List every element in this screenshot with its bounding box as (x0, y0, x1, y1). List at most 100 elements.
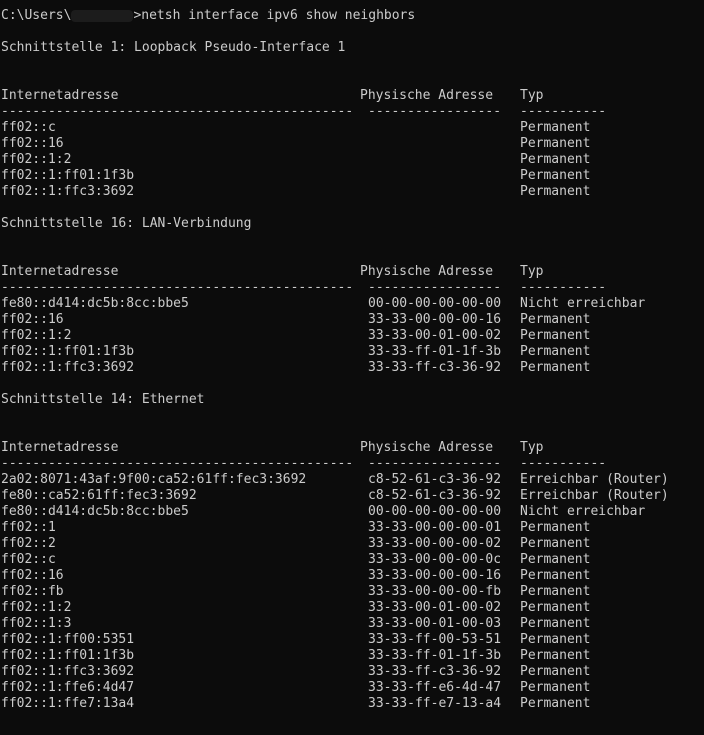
physical-address: 33-33-ff-e7-13-a4 (368, 696, 502, 711)
header-internetadresse: Internetadresse (1, 440, 119, 455)
header-typ: Typ (520, 88, 544, 103)
table-row: ff02::16 33-33-00-00-00-16 Permanent (1, 568, 701, 584)
neighbor-type: Erreichbar (Router) (520, 488, 669, 503)
separator-dashes: ----------------------------------------… (1, 456, 354, 471)
neighbor-type: Permanent (520, 120, 591, 135)
physical-address: 00-00-00-00-00-00 (368, 296, 502, 311)
internet-address: ff02::16 (1, 312, 64, 327)
physical-address: 33-33-00-00-00-02 (368, 536, 502, 551)
table-row: ff02::c Permanent (1, 120, 701, 136)
neighbor-type: Permanent (520, 360, 591, 375)
prompt-command: >netsh interface ipv6 show neighbors (133, 8, 416, 23)
table-row: ff02::1:ffc3:3692 33-33-ff-c3-36-92 Perman… (1, 360, 701, 376)
table-header-row: Internetadresse Physische Adresse Typ (1, 264, 701, 280)
physical-address: 00-00-00-00-00-00 (368, 504, 502, 519)
table-separator-row: ----------------------------------------… (1, 456, 701, 472)
physical-address: 33-33-ff-c3-36-92 (368, 360, 502, 375)
physical-address: 33-33-ff-c3-36-92 (368, 664, 502, 679)
physical-address: 33-33-ff-e6-4d-47 (368, 680, 502, 695)
interface-title: Schnittstelle 16: LAN-Verbindung (1, 216, 252, 231)
physical-address: 33-33-ff-01-1f-3b (368, 648, 502, 663)
separator-dashes: ----------- (520, 280, 607, 295)
neighbor-type: Permanent (520, 152, 591, 167)
internet-address: ff02::1:ff01:1f3b (1, 168, 135, 183)
neighbor-type: Permanent (520, 536, 591, 551)
internet-address: fe80::d414:dc5b:8cc:bbe5 (1, 296, 189, 311)
neighbor-type: Erreichbar (Router) (520, 472, 669, 487)
physical-address: 33-33-00-00-00-fb (368, 584, 502, 599)
physical-address: 33-33-ff-01-1f-3b (368, 344, 502, 359)
internet-address: ff02::c (1, 552, 56, 567)
neighbor-type: Permanent (520, 328, 591, 343)
neighbor-type: Permanent (520, 584, 591, 599)
physical-address: 33-33-00-01-00-02 (368, 328, 502, 343)
neighbor-type: Permanent (520, 344, 591, 359)
header-physische-adresse: Physische Adresse (360, 264, 494, 279)
neighbor-type: Permanent (520, 696, 591, 711)
neighbor-type: Permanent (520, 136, 591, 151)
physical-address: 33-33-00-00-00-0c (368, 552, 502, 567)
internet-address: ff02::1:ff00:5351 (1, 632, 135, 647)
header-physische-adresse: Physische Adresse (360, 88, 494, 103)
table-row: fe80::d414:dc5b:8cc:bbe5 00-00-00-00-00-0… (1, 504, 701, 520)
table-row: ff02::1:ffe7:13a4 33-33-ff-e7-13-a4 Perman… (1, 696, 701, 712)
physical-address: 33-33-00-01-00-02 (368, 600, 502, 615)
table-row: ff02::16 33-33-00-00-00-16 Permanent (1, 312, 701, 328)
internet-address: ff02::16 (1, 136, 64, 151)
neighbor-type: Nicht erreichbar (520, 296, 646, 311)
separator-dashes: ----------------- (368, 280, 502, 295)
table-row: ff02::1:ffe6:4d47 33-33-ff-e6-4d-47 Perman… (1, 680, 701, 696)
separator-dashes: ----------------------------------------… (1, 104, 354, 119)
internet-address: ff02::1:2 (1, 328, 72, 343)
internet-address: ff02::1:2 (1, 600, 72, 615)
neighbor-type: Permanent (520, 312, 591, 327)
table-row: fe80::ca52:61ff:fec3:3692 c8-52-61-c3-36-… (1, 488, 701, 504)
table-row: ff02::1 33-33-00-00-00-01 Permanent (1, 520, 701, 536)
table-row: ff02::1:2 Permanent (1, 152, 701, 168)
physical-address: 33-33-ff-00-53-51 (368, 632, 502, 647)
internet-address: ff02::1:ff01:1f3b (1, 648, 135, 663)
separator-dashes: ----------- (520, 456, 607, 471)
internet-address: 2a02:8071:43af:9f00:ca52:61ff:fec3:3692 (1, 472, 307, 487)
internet-address: ff02::1:2 (1, 152, 72, 167)
neighbor-type: Permanent (520, 552, 591, 567)
table-row: ff02::1:ff01:1f3b 33-33-ff-01-1f-3b Perman… (1, 344, 701, 360)
table-row: ff02::1:2 33-33-00-01-00-02 Permanent (1, 600, 701, 616)
physical-address: 33-33-00-01-00-03 (368, 616, 502, 631)
neighbor-type: Permanent (520, 184, 591, 199)
physical-address: c8-52-61-c3-36-92 (368, 472, 502, 487)
physical-address: 33-33-00-00-00-01 (368, 520, 502, 535)
neighbor-type: Permanent (520, 632, 591, 647)
console-window[interactable]: C:\Users\ >netsh interface ipv6 show neig… (0, 0, 704, 735)
header-typ: Typ (520, 264, 544, 279)
internet-address: ff02::1 (1, 520, 56, 535)
internet-address: ff02::1:3 (1, 616, 72, 631)
neighbor-type: Permanent (520, 568, 591, 583)
table-separator-row: ----------------------------------------… (1, 104, 701, 120)
table-row: ff02::1:ffc3:3692 Permanent (1, 184, 701, 200)
physical-address: 33-33-00-00-00-16 (368, 568, 502, 583)
table-row: fe80::d414:dc5b:8cc:bbe5 00-00-00-00-00-0… (1, 296, 701, 312)
separator-dashes: ----------------- (368, 104, 502, 119)
neighbor-type: Permanent (520, 664, 591, 679)
neighbor-type: Permanent (520, 680, 591, 695)
table-row: ff02::1:2 33-33-00-01-00-02 Permanent (1, 328, 701, 344)
header-physische-adresse: Physische Adresse (360, 440, 494, 455)
command-prompt-line: C:\Users\ >netsh interface ipv6 show neig… (1, 8, 415, 24)
internet-address: ff02::1:ffe7:13a4 (1, 696, 135, 711)
header-internetadresse: Internetadresse (1, 264, 119, 279)
internet-address: ff02::1:ffc3:3692 (1, 360, 135, 375)
internet-address: ff02::1:ffe6:4d47 (1, 680, 135, 695)
table-header-row: Internetadresse Physische Adresse Typ (1, 88, 701, 104)
physical-address: c8-52-61-c3-36-92 (368, 488, 502, 503)
internet-address: ff02::1:ffc3:3692 (1, 184, 135, 199)
neighbor-type: Permanent (520, 600, 591, 615)
neighbor-type: Permanent (520, 616, 591, 631)
internet-address: ff02::2 (1, 536, 56, 551)
table-row: ff02::1:ff01:1f3b 33-33-ff-01-1f-3b Perman… (1, 648, 701, 664)
table-row: ff02::1:ffc3:3692 33-33-ff-c3-36-92 Perman… (1, 664, 701, 680)
table-row: ff02::1:3 33-33-00-01-00-03 Permanent (1, 616, 701, 632)
header-typ: Typ (520, 440, 544, 455)
internet-address: fe80::ca52:61ff:fec3:3692 (1, 488, 197, 503)
table-row: ff02::c 33-33-00-00-00-0c Permanent (1, 552, 701, 568)
